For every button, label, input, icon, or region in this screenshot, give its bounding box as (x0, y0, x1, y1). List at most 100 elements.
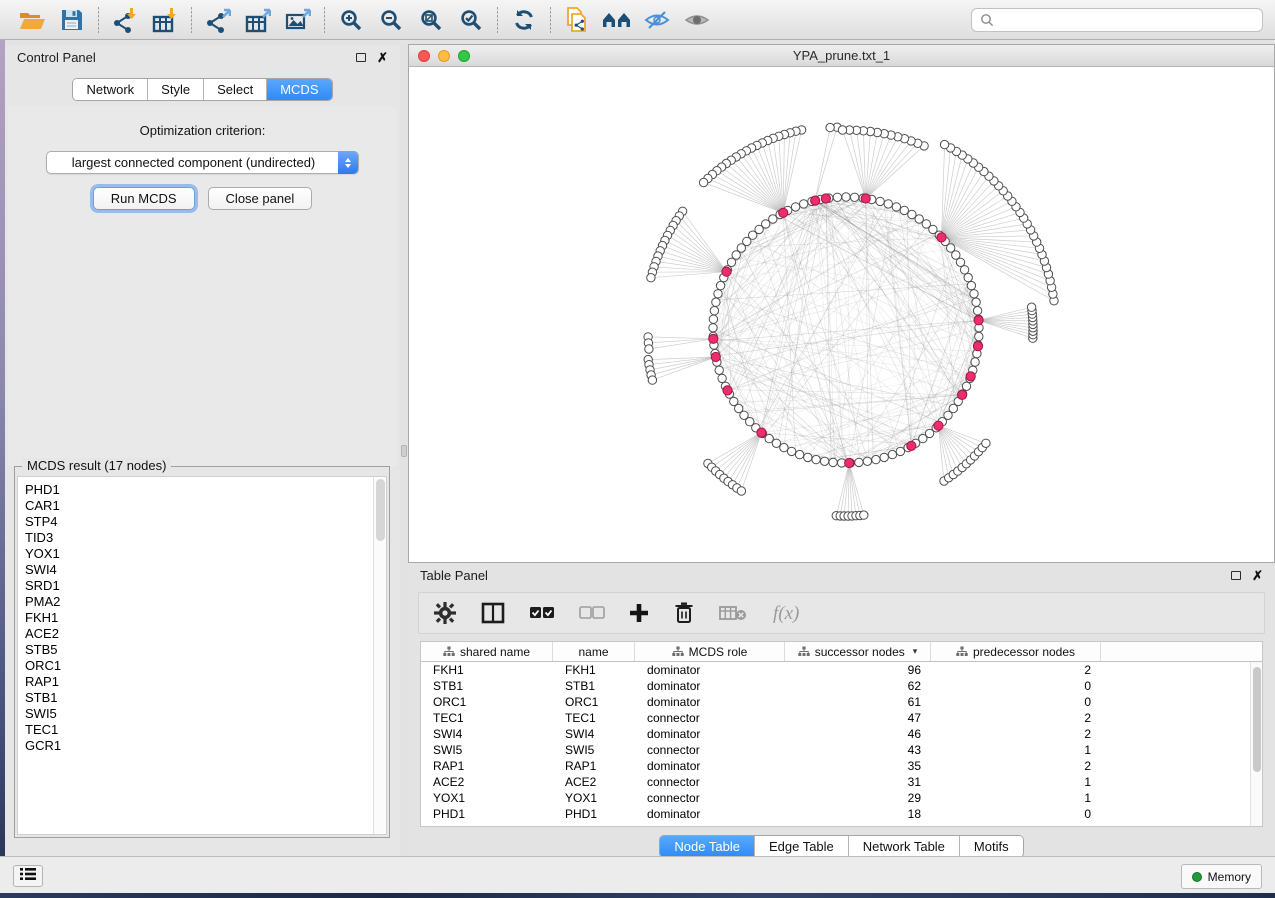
table-cell[interactable]: ORC1 (421, 695, 553, 709)
mcds-result-node[interactable]: STB5 (18, 642, 386, 658)
search-input[interactable] (996, 13, 1256, 27)
table-row[interactable]: RAP1RAP1dominator352 (421, 758, 1262, 774)
table-cell[interactable]: dominator (635, 679, 785, 693)
table-cell[interactable]: RAP1 (421, 759, 553, 773)
import-table-icon[interactable] (145, 4, 185, 36)
table-cell[interactable]: 29 (785, 791, 931, 805)
table-cell[interactable]: SWI5 (553, 743, 635, 757)
refresh-icon[interactable] (504, 4, 544, 36)
table-cell[interactable]: FKH1 (553, 663, 635, 677)
memory-button[interactable]: Memory (1181, 864, 1262, 889)
float-panel-icon[interactable] (1231, 571, 1241, 580)
splitter-handle[interactable] (401, 445, 407, 457)
table-cell[interactable]: 2 (931, 711, 1101, 725)
table-cell[interactable]: connector (635, 711, 785, 725)
mcds-result-node[interactable]: FKH1 (18, 610, 386, 626)
table-cell[interactable]: 2 (931, 663, 1101, 677)
tab-edge-table[interactable]: Edge Table (755, 836, 849, 857)
table-cell[interactable]: dominator (635, 695, 785, 709)
deselect-all-icon[interactable] (579, 606, 605, 620)
mcds-result-node[interactable]: CAR1 (18, 498, 386, 514)
open-icon[interactable] (12, 4, 52, 36)
table-cell[interactable]: 18 (785, 807, 931, 821)
table-cell[interactable]: 0 (931, 679, 1101, 693)
table-cell[interactable]: dominator (635, 807, 785, 821)
first-neighbors-icon[interactable] (597, 4, 637, 36)
mcds-result-node[interactable]: SWI5 (18, 706, 386, 722)
run-mcds-button[interactable]: Run MCDS (93, 187, 195, 210)
hide-selected-icon[interactable] (637, 4, 677, 36)
mcds-scrollbar-thumb[interactable] (376, 479, 385, 541)
table-cell[interactable]: 62 (785, 679, 931, 693)
select-all-icon[interactable] (529, 606, 555, 620)
tab-node-table[interactable]: Node Table (660, 836, 755, 857)
zoom-fit-icon[interactable] (411, 4, 451, 36)
table-cell[interactable]: STB1 (421, 679, 553, 693)
mcds-result-node[interactable]: STB1 (18, 690, 386, 706)
mcds-result-node[interactable]: SWI4 (18, 562, 386, 578)
welcome-screen-button[interactable] (13, 865, 43, 887)
table-cell[interactable]: 96 (785, 663, 931, 677)
column-header-MCDS-role[interactable]: MCDS role (635, 642, 785, 661)
column-header-predecessor-nodes[interactable]: predecessor nodes (931, 642, 1101, 661)
criterion-dropdown[interactable]: largest connected component (undirected) (46, 151, 359, 174)
table-row[interactable]: PHD1PHD1dominator180 (421, 806, 1262, 822)
tab-motifs[interactable]: Motifs (960, 836, 1023, 857)
table-cell[interactable]: TEC1 (421, 711, 553, 725)
zoom-out-icon[interactable] (371, 4, 411, 36)
table-cell[interactable]: ORC1 (553, 695, 635, 709)
tab-style[interactable]: Style (148, 79, 204, 100)
close-panel-icon[interactable]: ✗ (377, 51, 388, 64)
table-cell[interactable]: SWI4 (553, 727, 635, 741)
network-canvas[interactable] (409, 67, 1274, 562)
table-scrollbar-thumb[interactable] (1253, 667, 1261, 772)
table-row[interactable]: TEC1TEC1connector472 (421, 710, 1262, 726)
table-cell[interactable]: 1 (931, 791, 1101, 805)
mcds-result-node[interactable]: PHD1 (18, 482, 386, 498)
mcds-result-node[interactable]: TEC1 (18, 722, 386, 738)
table-row[interactable]: YOX1YOX1connector291 (421, 790, 1262, 806)
export-network-icon[interactable] (198, 4, 238, 36)
tab-network[interactable]: Network (73, 79, 148, 100)
mcds-list-scrollbar[interactable] (373, 477, 386, 834)
table-cell[interactable]: 0 (931, 695, 1101, 709)
table-row[interactable]: ORC1ORC1dominator610 (421, 694, 1262, 710)
network-graph-svg[interactable] (409, 67, 1274, 562)
mcds-result-node[interactable]: ACE2 (18, 626, 386, 642)
table-cell[interactable]: ACE2 (421, 775, 553, 789)
table-cell[interactable]: SWI4 (421, 727, 553, 741)
table-cell[interactable]: 0 (931, 807, 1101, 821)
table-cell[interactable]: STB1 (553, 679, 635, 693)
show-columns-icon[interactable] (481, 602, 505, 624)
mcds-result-node[interactable]: TID3 (18, 530, 386, 546)
mcds-result-node[interactable]: RAP1 (18, 674, 386, 690)
save-icon[interactable] (52, 4, 92, 36)
mcds-result-node[interactable]: YOX1 (18, 546, 386, 562)
table-scrollbar[interactable] (1250, 662, 1262, 826)
table-cell[interactable]: 1 (931, 743, 1101, 757)
delete-column-icon[interactable] (673, 601, 695, 625)
mcds-result-node[interactable]: PMA2 (18, 594, 386, 610)
table-row[interactable]: STB1STB1dominator620 (421, 678, 1262, 694)
clone-network-icon[interactable] (557, 4, 597, 36)
table-row[interactable]: FKH1FKH1dominator962 (421, 662, 1262, 678)
table-cell[interactable]: connector (635, 775, 785, 789)
table-cell[interactable]: PHD1 (421, 807, 553, 821)
table-cell[interactable]: 2 (931, 759, 1101, 773)
table-cell[interactable]: 43 (785, 743, 931, 757)
tab-mcds[interactable]: MCDS (267, 79, 331, 100)
table-row[interactable]: ACE2ACE2connector311 (421, 774, 1262, 790)
table-cell[interactable]: ACE2 (553, 775, 635, 789)
table-cell[interactable]: 1 (931, 775, 1101, 789)
table-cell[interactable]: SWI5 (421, 743, 553, 757)
export-image-icon[interactable] (278, 4, 318, 36)
table-cell[interactable]: 35 (785, 759, 931, 773)
import-network-icon[interactable] (105, 4, 145, 36)
table-mode-icon[interactable] (433, 601, 457, 625)
table-row[interactable]: SWI4SWI4dominator462 (421, 726, 1262, 742)
column-header-shared-name[interactable]: shared name (421, 642, 553, 661)
export-table-icon[interactable] (238, 4, 278, 36)
table-cell[interactable]: dominator (635, 759, 785, 773)
table-cell[interactable]: RAP1 (553, 759, 635, 773)
table-cell[interactable]: dominator (635, 727, 785, 741)
